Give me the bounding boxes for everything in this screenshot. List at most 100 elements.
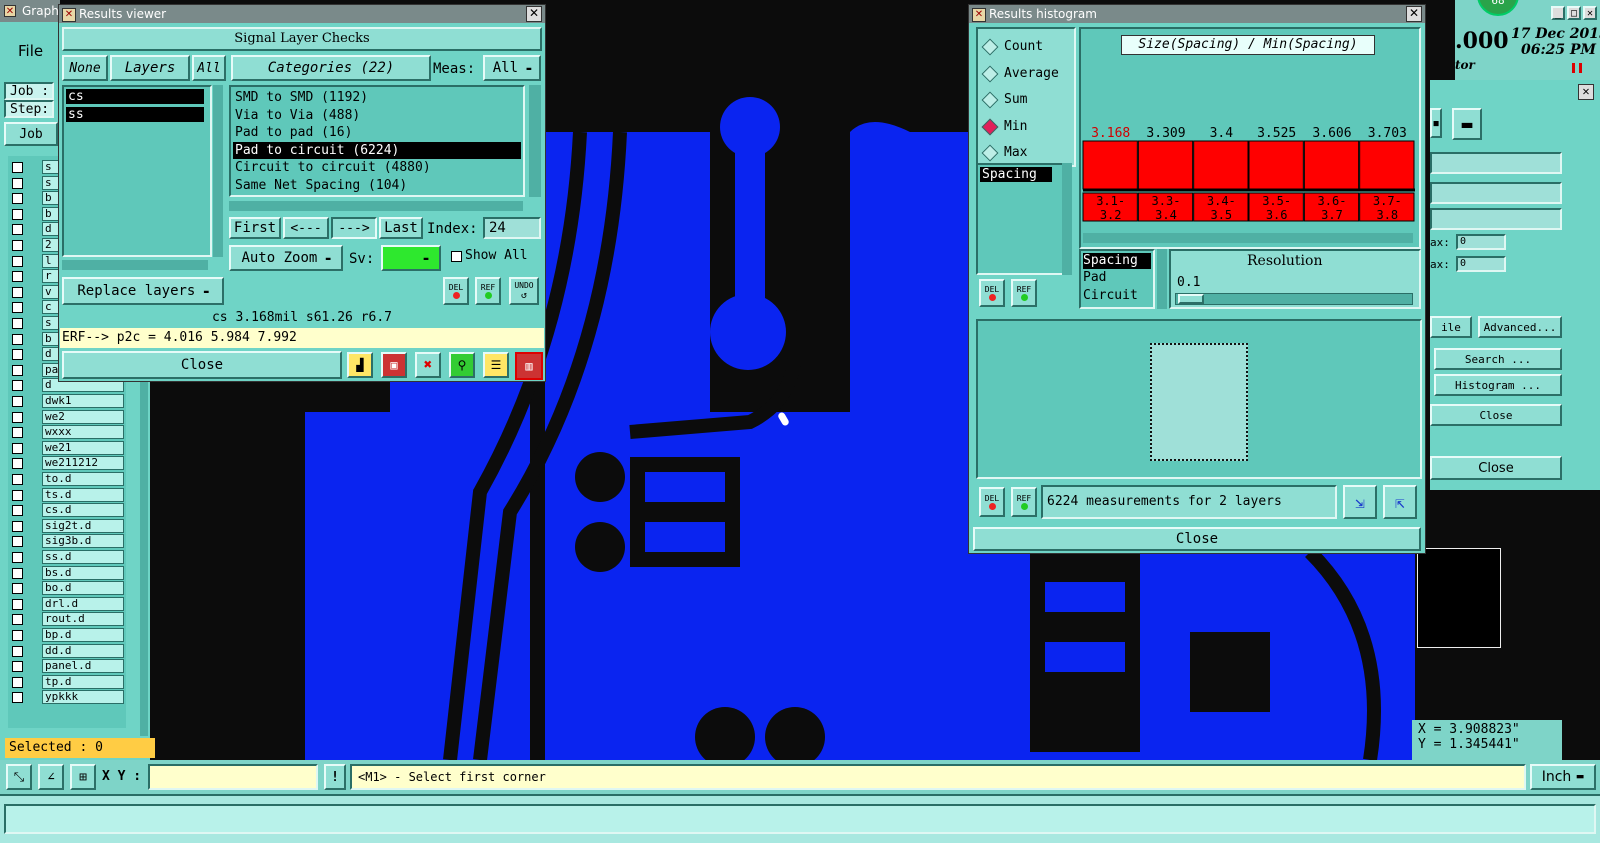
histogram-bar[interactable] [1193, 140, 1249, 190]
layer-row[interactable]: bp.d [8, 628, 126, 642]
next-button[interactable]: ---> [331, 217, 377, 239]
category-list[interactable]: SMD to SMD (1192) Via to Via (488) Pad to … [229, 85, 525, 197]
layer-row[interactable]: ypkkk [8, 690, 126, 705]
layer-checkbox[interactable] [12, 598, 23, 610]
undo-button[interactable]: UNDO ↺ [509, 277, 539, 305]
histogram-bar[interactable] [1303, 140, 1360, 190]
tool-measure-icon[interactable]: ∠ [38, 764, 64, 790]
mode-option[interactable]: Min [978, 117, 1074, 137]
tool-delete-icon[interactable]: ✖ [415, 352, 441, 378]
units-select[interactable]: Inch ▬ [1530, 764, 1596, 790]
ax-input-1[interactable]: 0 [1456, 234, 1506, 250]
meas-select[interactable]: All ▬ [483, 55, 541, 81]
layer-item-cs[interactable]: cs [66, 89, 204, 104]
command-bar[interactable] [0, 794, 1600, 843]
ax-input-2[interactable]: 0 [1456, 256, 1506, 272]
show-all-checkbox[interactable] [451, 251, 462, 262]
radio-icon[interactable] [981, 91, 999, 109]
right-close-button-1[interactable]: Close [1430, 404, 1562, 426]
layer-checkbox[interactable] [12, 536, 23, 548]
close-main-icon[interactable]: ✕ [1583, 6, 1597, 20]
first-button[interactable]: First [229, 217, 281, 239]
layer-row[interactable]: we211212 [8, 456, 126, 471]
replace-layers-select[interactable]: Replace layers ▬ [62, 277, 224, 305]
histogram-bar[interactable] [1248, 140, 1304, 190]
layer-row[interactable]: sig2t.d [8, 518, 126, 533]
command-input[interactable] [4, 804, 1596, 834]
right-field-1[interactable] [1430, 152, 1562, 174]
layer-item-ss[interactable]: ss [66, 107, 204, 122]
layer-checkbox[interactable] [12, 583, 23, 595]
tool-chart-icon[interactable]: ▟ [347, 352, 373, 378]
hist-ref-button-1[interactable]: REF [1011, 279, 1037, 307]
results-viewer-close-button[interactable]: Close [62, 351, 342, 379]
results-viewer-titlebar[interactable]: ✕ Results viewer ✕ [59, 5, 545, 23]
all-layers-button[interactable]: All [192, 55, 226, 81]
category-item[interactable]: Pad to pad (16) [233, 124, 521, 142]
mode-option[interactable]: Count [978, 37, 1074, 57]
layer-checkbox[interactable] [12, 442, 23, 454]
layer-checkbox[interactable] [12, 614, 23, 626]
pause-icon[interactable] [1572, 63, 1582, 73]
layer-checkbox[interactable] [12, 630, 23, 641]
layer-checkbox[interactable] [12, 162, 23, 173]
resolution-slider-thumb[interactable] [1178, 294, 1204, 304]
maximize-icon[interactable]: □ [1567, 6, 1581, 20]
tool-left-icon[interactable]: ▪ [1430, 108, 1442, 138]
layer-row[interactable]: rout.d [8, 612, 126, 627]
histogram-bar[interactable] [1359, 140, 1415, 190]
categories-button[interactable]: Categories (22) [231, 55, 431, 81]
attribute-item-spacing[interactable]: Spacing [1083, 253, 1151, 269]
right-panel-close-icon[interactable]: ✕ [1578, 84, 1594, 100]
alert-icon[interactable]: ! [324, 764, 346, 790]
mini-preview[interactable] [1417, 548, 1501, 648]
layer-checkbox[interactable] [12, 474, 23, 485]
file-select[interactable]: ile [1430, 316, 1472, 338]
advanced-button[interactable]: Advanced... [1478, 316, 1562, 338]
tool-image-icon[interactable]: ▣ [381, 352, 407, 378]
chart-hscroll[interactable] [1083, 233, 1413, 243]
layer-list-vscroll[interactable] [213, 85, 223, 257]
del-button[interactable]: DEL [443, 277, 469, 305]
attribute-item-circuit[interactable]: Circuit [1083, 287, 1151, 305]
resolution-slider[interactable] [1175, 293, 1413, 305]
layer-row[interactable]: tp.d [8, 674, 126, 689]
export-right-icon[interactable]: ⇱ [1383, 485, 1417, 519]
radio-icon[interactable] [981, 65, 999, 82]
results-histogram-close-button[interactable]: Close [973, 527, 1421, 551]
category-item[interactable]: SMD to SMD (1192) [233, 89, 521, 107]
results-viewer-close-icon[interactable]: ✕ [526, 6, 542, 22]
mode-option[interactable]: Max [978, 143, 1074, 163]
layer-checkbox[interactable] [12, 193, 23, 205]
tool-minus-icon[interactable]: ▬ [1452, 108, 1482, 140]
layer-checkbox[interactable] [12, 349, 23, 361]
layer-checkbox[interactable] [12, 318, 23, 329]
tool-report-icon[interactable]: ☰ [483, 352, 509, 378]
mode-option[interactable]: Average [978, 64, 1074, 84]
layer-checkbox[interactable] [12, 177, 23, 189]
radio-icon[interactable] [981, 38, 999, 56]
layer-checkbox[interactable] [12, 520, 23, 532]
histogram-button[interactable]: Histogram ... [1434, 374, 1562, 396]
layers-button[interactable]: Layers [110, 55, 190, 81]
layer-row[interactable]: dwk1 [8, 394, 126, 408]
none-button[interactable]: None [62, 55, 108, 81]
layer-checkbox[interactable] [12, 208, 23, 220]
step-field[interactable]: Step: [4, 100, 54, 118]
layer-checkbox[interactable] [12, 567, 23, 579]
auto-zoom-select[interactable]: Auto Zoom ▬ [229, 245, 343, 271]
spacing-list[interactable]: Spacing [976, 163, 1066, 275]
category-item[interactable]: Circuit to circuit (4880) [233, 159, 521, 177]
layer-checkbox[interactable] [12, 333, 23, 345]
attribute-item-pad[interactable]: Pad [1083, 269, 1151, 287]
layer-row[interactable]: wxxx [8, 425, 126, 440]
layer-checkbox[interactable] [12, 255, 23, 267]
histogram-bar[interactable] [1137, 140, 1194, 190]
attribute-list-scroll[interactable] [1157, 249, 1167, 309]
layer-row[interactable]: we2 [8, 409, 126, 424]
layer-list-hscroll[interactable] [62, 260, 208, 270]
results-histogram-titlebar[interactable]: ✕ Results histogram ✕ [969, 5, 1425, 23]
layer-checkbox[interactable] [12, 380, 23, 392]
layer-checkbox[interactable] [12, 692, 23, 704]
job-button[interactable]: Job [4, 122, 58, 146]
